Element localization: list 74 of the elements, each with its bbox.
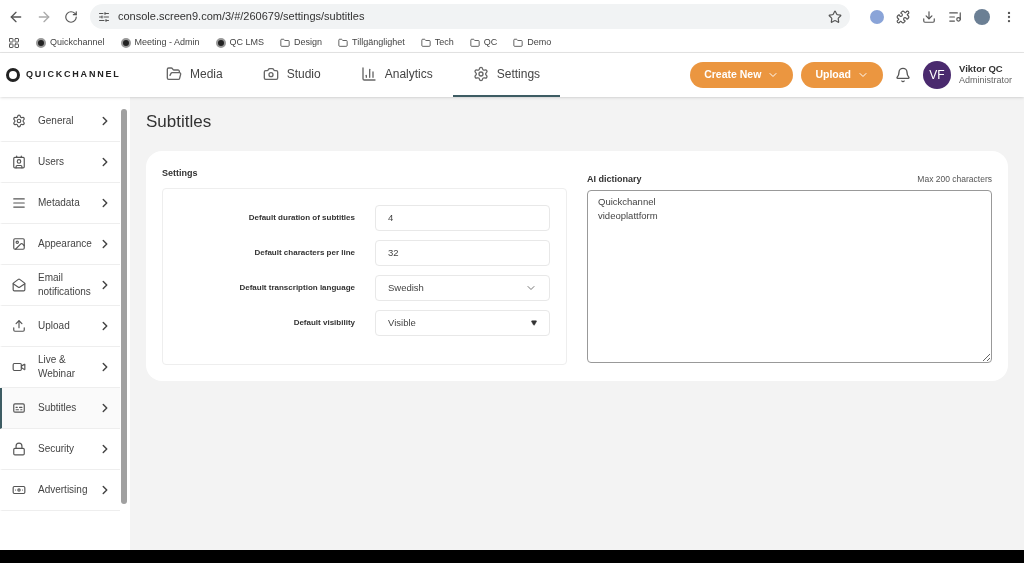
sidebar-item[interactable]: Users — [0, 142, 120, 183]
field-label: Default characters per line — [253, 247, 355, 259]
bookmark[interactable]: Tech — [420, 35, 454, 50]
upload-icon — [12, 319, 26, 333]
select-field[interactable]: Visible — [375, 310, 550, 336]
site-icon — [36, 37, 46, 48]
sidebar-item[interactable]: Email notifications — [0, 265, 120, 306]
nav-tab[interactable]: Media — [146, 53, 243, 97]
section-title: AI dictionary — [587, 172, 642, 186]
video-camera-icon — [12, 360, 26, 374]
folder-icon — [280, 37, 291, 48]
input-field[interactable]: 4 — [375, 205, 550, 231]
input-field[interactable]: 32 — [375, 240, 550, 266]
page-title: Subtitles — [146, 111, 213, 133]
nav-tab[interactable]: Analytics — [340, 53, 453, 97]
dictionary-textarea[interactable]: Quickchannel videoplattform — [587, 190, 992, 363]
sidebar-item[interactable]: Metadata — [0, 183, 120, 224]
site-settings-icon[interactable] — [98, 10, 110, 23]
bookmark[interactable]: QC LMS — [215, 35, 265, 50]
folder-icon — [420, 37, 431, 48]
bookmark[interactable]: Quickchannel — [36, 35, 105, 50]
lines-icon — [12, 196, 26, 210]
lock-icon — [12, 442, 26, 456]
download-icon[interactable] — [922, 9, 936, 24]
logo-icon — [6, 68, 20, 82]
folder-icon — [338, 37, 349, 48]
bookmark[interactable]: Meeting - Admin — [120, 35, 200, 50]
settings-icon — [472, 66, 489, 82]
settings-icon — [12, 114, 26, 128]
character-limit: Max 200 characters — [917, 173, 992, 186]
profile-icon[interactable] — [974, 8, 990, 25]
nav-tab[interactable]: Studio — [242, 53, 341, 97]
folder-icon — [513, 37, 524, 48]
bell-icon[interactable] — [895, 67, 911, 83]
apps-icon[interactable] — [8, 36, 20, 49]
envelope-icon — [12, 278, 26, 292]
address-bar[interactable]: console.screen9.com/3/#/260679/settings/subtitles — [90, 4, 850, 29]
site-icon — [120, 37, 131, 48]
folder-icon — [166, 66, 182, 82]
caret-icon — [531, 320, 537, 326]
logo-text: QUICKCHANNEL — [26, 68, 121, 82]
bookmark[interactable]: QC — [469, 35, 498, 50]
media-icon[interactable] — [948, 9, 962, 24]
sidebar-item[interactable]: Security — [0, 429, 120, 470]
field-label: Default duration of subtitles — [247, 212, 355, 224]
url-text: console.screen9.com/3/#/260679/settings/subtitles — [118, 9, 366, 25]
bookmark-star-icon[interactable] — [828, 9, 842, 24]
sidebar-item[interactable]: Subtitles — [0, 388, 120, 429]
user-role: Administrator — [959, 75, 1012, 87]
sidebar-item[interactable]: Upload — [0, 306, 120, 347]
puzzle-icon[interactable] — [896, 9, 910, 24]
bookmark[interactable]: Tillgänglighet — [338, 35, 405, 50]
sidebar-item[interactable]: Appearance — [0, 224, 120, 265]
bookmark[interactable]: Demo — [513, 35, 552, 50]
scrollbar[interactable] — [121, 109, 127, 504]
field-label: Default transcription language — [238, 282, 355, 294]
camera-icon — [262, 66, 279, 82]
banknote-icon — [12, 483, 26, 497]
nav-tab[interactable]: Settings — [452, 53, 561, 97]
contact-card-icon — [12, 155, 26, 169]
bookmark[interactable]: Design — [280, 35, 323, 50]
site-icon — [215, 37, 226, 48]
select-field[interactable]: Swedish — [375, 275, 550, 301]
reload-icon[interactable] — [64, 9, 78, 24]
user-name: Viktor QC — [959, 63, 1004, 76]
field-label: Default visibility — [292, 317, 355, 329]
image-icon — [12, 237, 26, 251]
avatar[interactable]: VF — [923, 61, 951, 89]
captions-icon — [12, 401, 26, 415]
section-title: Settings — [162, 166, 199, 180]
folder-icon — [469, 37, 480, 48]
bar-chart-icon — [360, 66, 377, 82]
sidebar-item[interactable]: General — [0, 101, 120, 142]
sidebar-item[interactable]: Advertising — [0, 470, 120, 511]
